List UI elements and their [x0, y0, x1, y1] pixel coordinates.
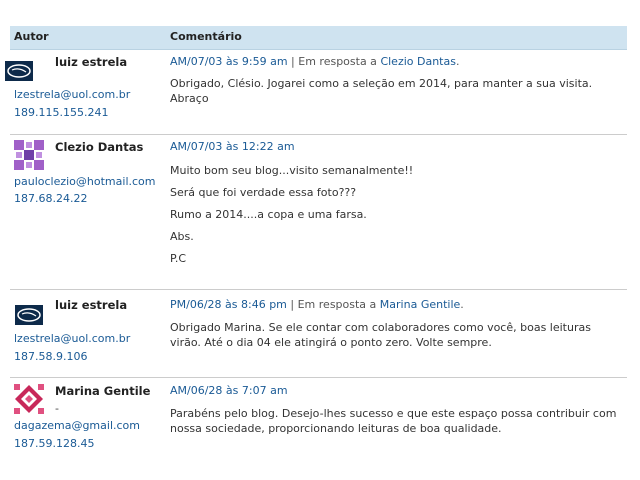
row-divider — [10, 377, 627, 378]
author-email[interactable]: lzestrela@uol.com.br — [14, 332, 130, 345]
reply-separator: | Em resposta a — [291, 55, 377, 68]
avatar — [14, 140, 44, 170]
avatar — [14, 384, 44, 414]
reply-to-link[interactable]: Marina Gentile — [380, 298, 460, 311]
author-name[interactable]: luiz estrela — [55, 55, 127, 69]
author-name[interactable]: Clezio Dantas — [55, 140, 143, 154]
comment-meta: AM/07/03 às 12:22 am — [170, 140, 295, 153]
author-column-header: Autor — [14, 30, 49, 43]
comment-date-link[interactable]: AM/07/03 às 9:59 am — [170, 55, 288, 68]
comment-paragraph: Rumo a 2014....a copa e uma farsa. — [170, 208, 367, 221]
author-ip: 189.115.155.241 — [14, 106, 109, 119]
comment-text: Obrigado, Clésio. Jogarei como a seleção… — [170, 77, 593, 105]
avatar — [15, 305, 43, 325]
comment-text: Parabéns pelo blog. Desejo-lhes sucesso … — [170, 407, 617, 435]
row-divider — [10, 289, 627, 290]
author-dash: - — [55, 402, 59, 415]
author-name[interactable]: Marina Gentile — [55, 384, 150, 398]
comment-column-header: Comentário — [170, 30, 242, 43]
author-ip: 187.59.128.45 — [14, 437, 95, 450]
comment-meta: AM/06/28 às 7:07 am — [170, 384, 288, 397]
reply-period: . — [460, 298, 464, 311]
table-header: Autor Comentário — [10, 26, 627, 50]
reply-to-link[interactable]: Clezio Dantas — [380, 55, 456, 68]
comment-date-link[interactable]: PM/06/28 às 8:46 pm — [170, 298, 287, 311]
comment-date-link[interactable]: AM/06/28 às 7:07 am — [170, 384, 288, 397]
comment-paragraph: Será que foi verdade essa foto??? — [170, 186, 357, 199]
reply-separator: | Em resposta a — [290, 298, 377, 311]
comment-paragraph: Muito bom seu blog...visito semanalmente… — [170, 164, 414, 177]
author-email[interactable]: lzestrela@uol.com.br — [14, 88, 130, 101]
comment-meta: PM/06/28 às 8:46 pm | Em resposta a Mari… — [170, 298, 464, 311]
author-name[interactable]: luiz estrela — [55, 298, 127, 312]
comment-paragraph: P.C — [170, 252, 187, 265]
avatar — [5, 61, 33, 81]
comment-meta: AM/07/03 às 9:59 am | Em resposta a Clez… — [170, 55, 459, 68]
reply-period: . — [455, 55, 460, 68]
comment-date-link[interactable]: AM/07/03 às 12:22 am — [170, 140, 295, 153]
author-ip: 187.58.9.106 — [14, 350, 88, 363]
author-ip: 187.68.24.22 — [14, 192, 88, 205]
comments-table: Autor Comentário — [10, 26, 627, 50]
comment-paragraph: Abs. — [170, 230, 194, 243]
comment-text: Obrigado Marina. Se ele contar com colab… — [170, 321, 591, 349]
row-divider — [10, 134, 627, 135]
author-email[interactable]: pauloclezio@hotmail.com — [14, 175, 156, 188]
author-email[interactable]: dagazema@gmail.com — [14, 419, 140, 432]
